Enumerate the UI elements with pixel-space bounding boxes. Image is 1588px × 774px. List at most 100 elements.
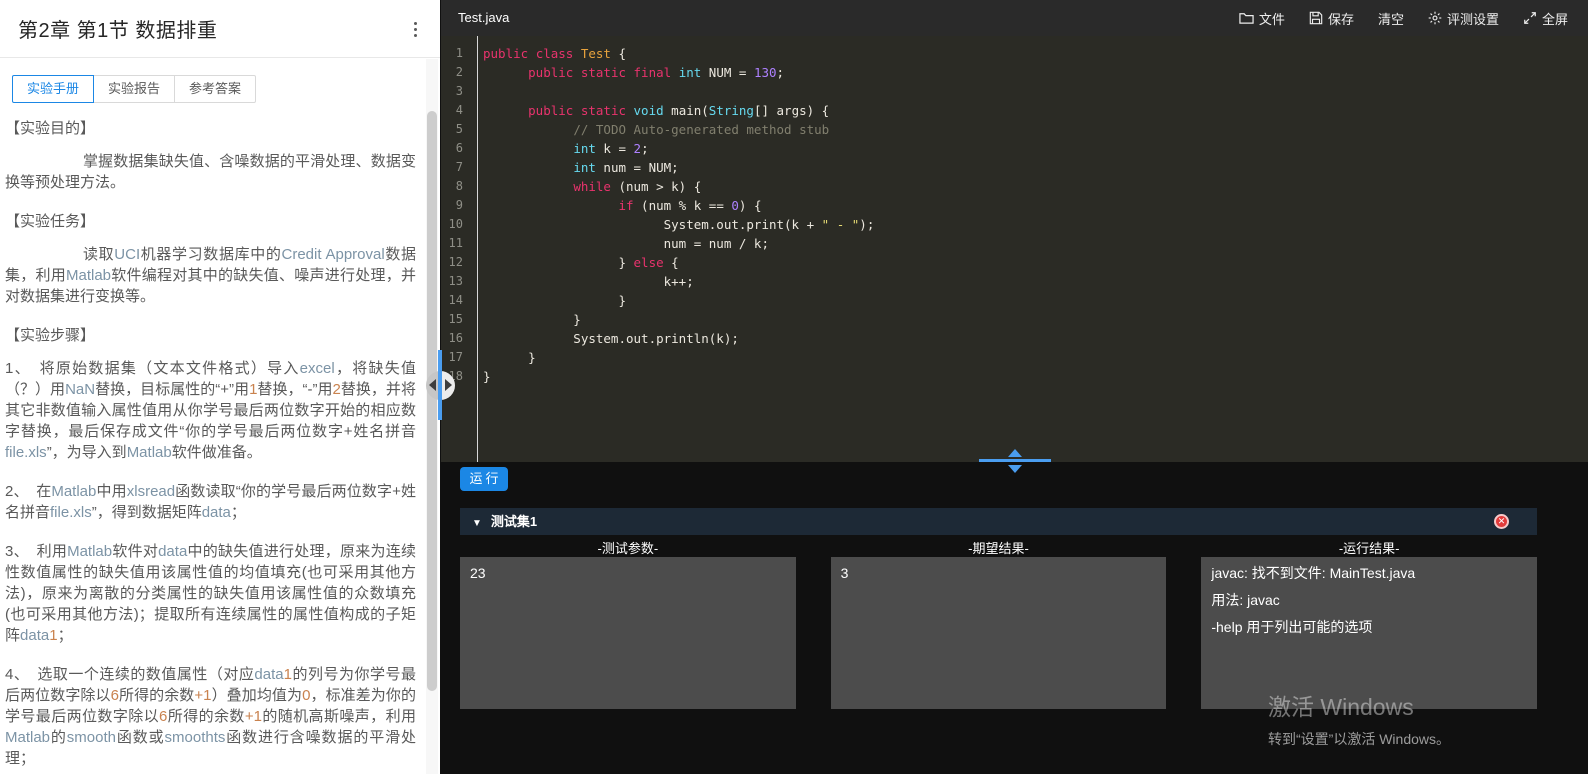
text-segment: public [483,46,528,61]
test-panel: 运行 ▼测试集1 ✕ -测试参数--期望结果--运行结果- 23 3 javac: … [441,462,1588,774]
caret-up-icon [1008,449,1022,457]
text-segment: int [679,65,702,80]
line-number: 16 [441,329,473,348]
text-segment: file.xls [50,504,92,521]
text-segment: smooth [67,729,116,746]
text-segment: smoothts [165,729,226,746]
text-segment: 1 [284,666,292,683]
doc-content: 【实验目的】掌握数据集缺失值、含噪数据的平滑处理、数据变换等预处理方法。【实验任… [0,104,430,774]
code-line: 7 int num = NUM; [441,158,1588,177]
code-line: 8 while (num > k) { [441,177,1588,196]
code-text [473,82,483,101]
text-segment: [] args) { [754,103,829,118]
text-segment: String [709,103,754,118]
text-segment [626,65,634,80]
splitter-bar[interactable] [438,350,442,420]
file-button[interactable]: 文件 [1239,9,1285,28]
scrollbar-thumb[interactable] [427,111,437,691]
file-button-label: 文件 [1259,9,1285,28]
text-segment: Matlab [51,483,96,500]
doc-paragraph: 掌握数据集缺失值、含噪数据的平滑处理、数据变换等预处理方法。 [5,151,416,193]
text-segment: 的随机高斯噪声，利用 [262,708,416,725]
tab-experiment-manual[interactable]: 实验手册 [12,75,94,103]
text-segment: k = [596,141,634,156]
arrow-left-icon [429,379,436,391]
text-segment [626,103,634,118]
kebab-menu-icon[interactable] [406,16,424,42]
code-editor[interactable]: 1public class Test {2 public static fina… [441,36,1588,462]
tab-reference-answer[interactable]: 参考答案 [174,75,256,103]
text-segment: NaN [65,381,95,398]
code-line: 10 System.out.print(k + " - "); [441,215,1588,234]
text-segment: void [634,103,664,118]
doc-paragraph: 1、 将原始数据集（文本文件格式）导入excel，将缺失值（？）用NaN替换，目… [5,358,416,463]
code-text: int k = 2; [473,139,649,158]
code-text: k++; [473,272,694,291]
panel-collapse-handle[interactable] [975,444,1055,478]
code-text: } [473,348,536,367]
testset-title: 测试集1 [491,514,537,529]
text-segment: ； [58,627,73,644]
text-segment: num = NUM; [596,160,679,175]
test-params-box[interactable]: 23 [460,557,796,709]
text-segment [483,141,573,156]
instruction-panel-header: 第2章 第1节 数据排重 [0,0,440,58]
fullscreen-icon [1523,11,1537,25]
code-line: 2 public static final int NUM = 130; [441,63,1588,82]
doc-paragraph: 3、 利用Matlab软件对data中的缺失值进行处理，原来为连续性数值属性的缺… [5,541,416,646]
text-segment: " - " [822,217,860,232]
text-segment: NUM = [701,65,754,80]
output-line: 3 [841,560,1157,587]
result-boxes: 23 3 javac: 找不到文件: MainTest.java用法: javac-… [460,557,1537,709]
text-segment: 读取 [83,246,114,263]
file-tab[interactable]: Test.java [458,10,509,25]
code-line: 5 // TODO Auto-generated method stub [441,120,1588,139]
text-segment: static [581,103,626,118]
code-text: public class Test { [473,44,626,63]
text-segment: 1、 将原始数据集（文本文件格式）导入 [5,360,300,377]
text-segment: while [573,179,611,194]
text-segment: data [202,504,231,521]
text-segment: 【实验任务】 [5,213,95,230]
text-segment: 【实验目的】 [5,120,95,137]
run-button[interactable]: 运行 [460,467,508,491]
error-circle-icon[interactable]: ✕ [1494,514,1509,529]
code-line: 3 [441,82,1588,101]
tab-experiment-report[interactable]: 实验报告 [93,75,175,103]
fullscreen-button[interactable]: 全屏 [1523,9,1568,28]
instruction-panel: 第2章 第1节 数据排重 实验手册实验报告参考答案 【实验目的】掌握数据集缺失值… [0,0,440,774]
line-number: 15 [441,310,473,329]
folder-icon [1239,11,1254,25]
judge-settings-button[interactable]: 评测设置 [1428,9,1499,28]
code-text: System.out.print(k + " - "); [473,215,874,234]
clear-button[interactable]: 清空 [1378,9,1404,28]
text-segment: ”，得到数据矩阵 [92,504,202,521]
line-number: 13 [441,272,473,291]
code-text: } else { [473,253,679,272]
expected-result-box[interactable]: 3 [831,557,1167,709]
text-segment: data [254,666,283,683]
text-segment: 机器学习数据库中的 [140,246,281,263]
text-segment: 0 [731,198,739,213]
text-segment: num = num / k; [483,236,769,251]
text-segment: public [528,65,573,80]
text-segment: System.out.println(k); [483,331,739,346]
text-segment: Matlab [67,543,112,560]
code-line: 4 public static void main(String[] args)… [441,101,1588,120]
column-headers: -测试参数--期望结果--运行结果- [460,538,1537,557]
text-segment: k++; [483,274,694,289]
text-segment: int [573,141,596,156]
text-segment [573,65,581,80]
testset-header[interactable]: ▼测试集1 ✕ [460,508,1537,535]
run-result-box: javac: 找不到文件: MainTest.java用法: javac-hel… [1201,557,1537,709]
doc-heading: 【实验任务】 [5,211,416,232]
line-number: 17 [441,348,473,367]
caret-down-icon [1008,465,1022,473]
text-segment: 函数或 [116,729,165,746]
text-segment: } [483,350,536,365]
code-text: } [473,291,626,310]
save-button[interactable]: 保存 [1309,9,1354,28]
line-number: 2 [441,63,473,82]
arrow-right-icon [445,379,452,391]
code-line: 14 } [441,291,1588,310]
